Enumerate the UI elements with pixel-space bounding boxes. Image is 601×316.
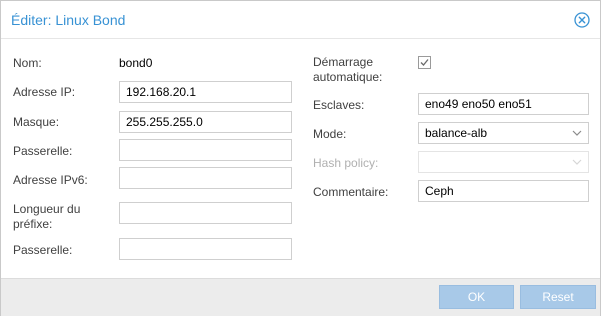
autostart-label-line2: automatique: [313, 70, 383, 84]
mask-label: Masque: [13, 115, 60, 129]
mode-select[interactable]: balance-alb [418, 122, 589, 144]
comment-label: Commentaire: [313, 185, 389, 199]
ipv6-address-label: Adresse IPv6: [13, 173, 88, 187]
ip-address-label: Adresse IP: [13, 85, 76, 99]
dialog-footer: OK Reset [1, 278, 600, 316]
dialog-title: Éditer: Linux Bond [11, 12, 126, 28]
name-label: Nom: [13, 56, 42, 70]
mode-select-value: balance-alb [425, 126, 488, 140]
autostart-checkbox[interactable] [418, 56, 431, 69]
gateway-label: Passerelle: [13, 144, 73, 158]
prefix-length-label-line1: Longueur du [13, 202, 81, 216]
reset-button[interactable]: Reset [520, 285, 596, 309]
autostart-label: Démarrage automatique: [313, 55, 382, 85]
slaves-input[interactable]: eno49 eno50 eno51 [418, 93, 589, 115]
ok-button[interactable]: OK [439, 285, 514, 309]
close-icon[interactable] [574, 12, 590, 28]
prefix-length-input[interactable] [119, 202, 292, 224]
ipv6-address-input[interactable] [119, 167, 292, 189]
mask-input[interactable]: 255.255.255.0 [119, 111, 292, 133]
gateway6-label: Passerelle: [13, 243, 73, 257]
dialog-body: Nom: bond0 Adresse IP: 192.168.20.1 Masq… [1, 39, 600, 277]
prefix-length-label: Longueur du préfixe: [13, 202, 80, 232]
name-value: bond0 [119, 56, 153, 70]
gateway-input[interactable] [119, 139, 292, 161]
gateway6-input[interactable] [119, 238, 292, 260]
edit-linux-bond-dialog: Éditer: Linux Bond Nom: bond0 Adresse IP… [0, 0, 601, 316]
chevron-down-icon[interactable] [572, 128, 582, 138]
ip-address-input[interactable]: 192.168.20.1 [119, 81, 292, 103]
prefix-length-label-line2: préfixe: [13, 217, 53, 231]
dialog-titlebar: Éditer: Linux Bond [1, 1, 600, 39]
slaves-label: Esclaves: [313, 98, 365, 112]
hash-policy-label: Hash policy: [313, 156, 379, 170]
mode-label: Mode: [313, 127, 347, 141]
checkmark-icon [420, 59, 429, 66]
autostart-label-line1: Démarrage [313, 55, 374, 69]
chevron-down-icon [572, 159, 582, 165]
hash-policy-select [418, 151, 589, 173]
comment-input[interactable]: Ceph [418, 180, 589, 202]
